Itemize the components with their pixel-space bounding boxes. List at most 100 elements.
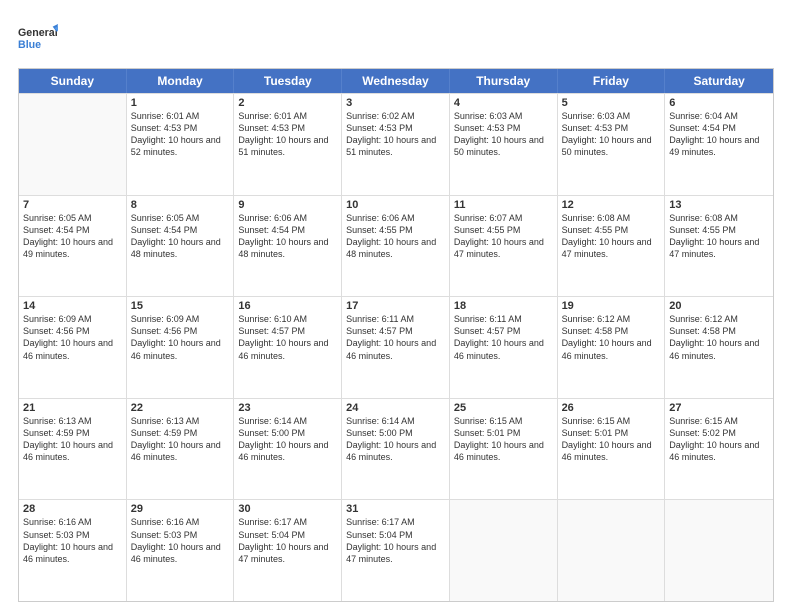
cell-info: Sunrise: 6:04 AM Sunset: 4:54 PM Dayligh… (669, 110, 769, 159)
cell-info: Sunrise: 6:15 AM Sunset: 5:01 PM Dayligh… (562, 415, 661, 464)
day-number: 15 (131, 300, 230, 312)
day-number: 5 (562, 97, 661, 109)
day-number: 8 (131, 199, 230, 211)
day-cell-14: 14 Sunrise: 6:09 AM Sunset: 4:56 PM Dayl… (19, 297, 127, 398)
day-cell-13: 13 Sunrise: 6:08 AM Sunset: 4:55 PM Dayl… (665, 196, 773, 297)
day-cell-27: 27 Sunrise: 6:15 AM Sunset: 5:02 PM Dayl… (665, 399, 773, 500)
cell-info: Sunrise: 6:16 AM Sunset: 5:03 PM Dayligh… (23, 516, 122, 565)
day-cell-8: 8 Sunrise: 6:05 AM Sunset: 4:54 PM Dayli… (127, 196, 235, 297)
day-number: 29 (131, 503, 230, 515)
day-cell-6: 6 Sunrise: 6:04 AM Sunset: 4:54 PM Dayli… (665, 94, 773, 195)
svg-text:General: General (18, 27, 58, 39)
header-day-wednesday: Wednesday (342, 69, 450, 93)
calendar-row-5: 28 Sunrise: 6:16 AM Sunset: 5:03 PM Dayl… (19, 499, 773, 601)
svg-text:Blue: Blue (18, 39, 41, 51)
day-cell-1: 1 Sunrise: 6:01 AM Sunset: 4:53 PM Dayli… (127, 94, 235, 195)
day-number: 22 (131, 402, 230, 414)
cell-info: Sunrise: 6:09 AM Sunset: 4:56 PM Dayligh… (131, 313, 230, 362)
day-cell-12: 12 Sunrise: 6:08 AM Sunset: 4:55 PM Dayl… (558, 196, 666, 297)
day-number: 12 (562, 199, 661, 211)
cell-info: Sunrise: 6:06 AM Sunset: 4:55 PM Dayligh… (346, 212, 445, 261)
day-cell-21: 21 Sunrise: 6:13 AM Sunset: 4:59 PM Dayl… (19, 399, 127, 500)
cell-info: Sunrise: 6:13 AM Sunset: 4:59 PM Dayligh… (23, 415, 122, 464)
day-cell-26: 26 Sunrise: 6:15 AM Sunset: 5:01 PM Dayl… (558, 399, 666, 500)
day-number: 1 (131, 97, 230, 109)
day-number: 30 (238, 503, 337, 515)
header-day-monday: Monday (127, 69, 235, 93)
cell-info: Sunrise: 6:01 AM Sunset: 4:53 PM Dayligh… (131, 110, 230, 159)
day-number: 3 (346, 97, 445, 109)
cell-info: Sunrise: 6:05 AM Sunset: 4:54 PM Dayligh… (23, 212, 122, 261)
page: General Blue SundayMondayTuesdayWednesda… (0, 0, 792, 612)
cell-info: Sunrise: 6:14 AM Sunset: 5:00 PM Dayligh… (238, 415, 337, 464)
day-cell-11: 11 Sunrise: 6:07 AM Sunset: 4:55 PM Dayl… (450, 196, 558, 297)
logo: General Blue (18, 18, 58, 58)
logo-svg: General Blue (18, 18, 58, 58)
day-number: 9 (238, 199, 337, 211)
day-cell-2: 2 Sunrise: 6:01 AM Sunset: 4:53 PM Dayli… (234, 94, 342, 195)
day-number: 25 (454, 402, 553, 414)
cell-info: Sunrise: 6:06 AM Sunset: 4:54 PM Dayligh… (238, 212, 337, 261)
cell-info: Sunrise: 6:12 AM Sunset: 4:58 PM Dayligh… (669, 313, 769, 362)
day-number: 16 (238, 300, 337, 312)
day-cell-19: 19 Sunrise: 6:12 AM Sunset: 4:58 PM Dayl… (558, 297, 666, 398)
cell-info: Sunrise: 6:05 AM Sunset: 4:54 PM Dayligh… (131, 212, 230, 261)
day-cell-9: 9 Sunrise: 6:06 AM Sunset: 4:54 PM Dayli… (234, 196, 342, 297)
day-cell-25: 25 Sunrise: 6:15 AM Sunset: 5:01 PM Dayl… (450, 399, 558, 500)
cell-info: Sunrise: 6:13 AM Sunset: 4:59 PM Dayligh… (131, 415, 230, 464)
empty-cell-4-5 (558, 500, 666, 601)
cell-info: Sunrise: 6:02 AM Sunset: 4:53 PM Dayligh… (346, 110, 445, 159)
day-cell-28: 28 Sunrise: 6:16 AM Sunset: 5:03 PM Dayl… (19, 500, 127, 601)
day-cell-18: 18 Sunrise: 6:11 AM Sunset: 4:57 PM Dayl… (450, 297, 558, 398)
cell-info: Sunrise: 6:09 AM Sunset: 4:56 PM Dayligh… (23, 313, 122, 362)
top-section: General Blue (18, 18, 774, 58)
day-cell-3: 3 Sunrise: 6:02 AM Sunset: 4:53 PM Dayli… (342, 94, 450, 195)
day-number: 10 (346, 199, 445, 211)
day-number: 18 (454, 300, 553, 312)
day-number: 11 (454, 199, 553, 211)
cell-info: Sunrise: 6:17 AM Sunset: 5:04 PM Dayligh… (346, 516, 445, 565)
calendar-row-4: 21 Sunrise: 6:13 AM Sunset: 4:59 PM Dayl… (19, 398, 773, 500)
day-number: 21 (23, 402, 122, 414)
day-cell-15: 15 Sunrise: 6:09 AM Sunset: 4:56 PM Dayl… (127, 297, 235, 398)
day-number: 17 (346, 300, 445, 312)
day-number: 28 (23, 503, 122, 515)
cell-info: Sunrise: 6:07 AM Sunset: 4:55 PM Dayligh… (454, 212, 553, 261)
cell-info: Sunrise: 6:11 AM Sunset: 4:57 PM Dayligh… (346, 313, 445, 362)
day-cell-17: 17 Sunrise: 6:11 AM Sunset: 4:57 PM Dayl… (342, 297, 450, 398)
day-cell-29: 29 Sunrise: 6:16 AM Sunset: 5:03 PM Dayl… (127, 500, 235, 601)
calendar-row-3: 14 Sunrise: 6:09 AM Sunset: 4:56 PM Dayl… (19, 296, 773, 398)
calendar-header: SundayMondayTuesdayWednesdayThursdayFrid… (19, 69, 773, 93)
day-number: 14 (23, 300, 122, 312)
day-cell-30: 30 Sunrise: 6:17 AM Sunset: 5:04 PM Dayl… (234, 500, 342, 601)
cell-info: Sunrise: 6:15 AM Sunset: 5:02 PM Dayligh… (669, 415, 769, 464)
day-cell-20: 20 Sunrise: 6:12 AM Sunset: 4:58 PM Dayl… (665, 297, 773, 398)
header-day-friday: Friday (558, 69, 666, 93)
cell-info: Sunrise: 6:17 AM Sunset: 5:04 PM Dayligh… (238, 516, 337, 565)
day-number: 31 (346, 503, 445, 515)
day-cell-4: 4 Sunrise: 6:03 AM Sunset: 4:53 PM Dayli… (450, 94, 558, 195)
cell-info: Sunrise: 6:08 AM Sunset: 4:55 PM Dayligh… (669, 212, 769, 261)
day-cell-22: 22 Sunrise: 6:13 AM Sunset: 4:59 PM Dayl… (127, 399, 235, 500)
day-number: 7 (23, 199, 122, 211)
calendar-row-1: 1 Sunrise: 6:01 AM Sunset: 4:53 PM Dayli… (19, 93, 773, 195)
day-cell-16: 16 Sunrise: 6:10 AM Sunset: 4:57 PM Dayl… (234, 297, 342, 398)
cell-info: Sunrise: 6:14 AM Sunset: 5:00 PM Dayligh… (346, 415, 445, 464)
day-cell-23: 23 Sunrise: 6:14 AM Sunset: 5:00 PM Dayl… (234, 399, 342, 500)
day-number: 20 (669, 300, 769, 312)
day-number: 24 (346, 402, 445, 414)
header-day-tuesday: Tuesday (234, 69, 342, 93)
day-cell-7: 7 Sunrise: 6:05 AM Sunset: 4:54 PM Dayli… (19, 196, 127, 297)
cell-info: Sunrise: 6:03 AM Sunset: 4:53 PM Dayligh… (454, 110, 553, 159)
empty-cell-4-6 (665, 500, 773, 601)
cell-info: Sunrise: 6:01 AM Sunset: 4:53 PM Dayligh… (238, 110, 337, 159)
day-number: 2 (238, 97, 337, 109)
day-cell-10: 10 Sunrise: 6:06 AM Sunset: 4:55 PM Dayl… (342, 196, 450, 297)
day-number: 19 (562, 300, 661, 312)
cell-info: Sunrise: 6:11 AM Sunset: 4:57 PM Dayligh… (454, 313, 553, 362)
header-day-saturday: Saturday (665, 69, 773, 93)
day-cell-24: 24 Sunrise: 6:14 AM Sunset: 5:00 PM Dayl… (342, 399, 450, 500)
day-number: 27 (669, 402, 769, 414)
header-day-thursday: Thursday (450, 69, 558, 93)
day-number: 13 (669, 199, 769, 211)
